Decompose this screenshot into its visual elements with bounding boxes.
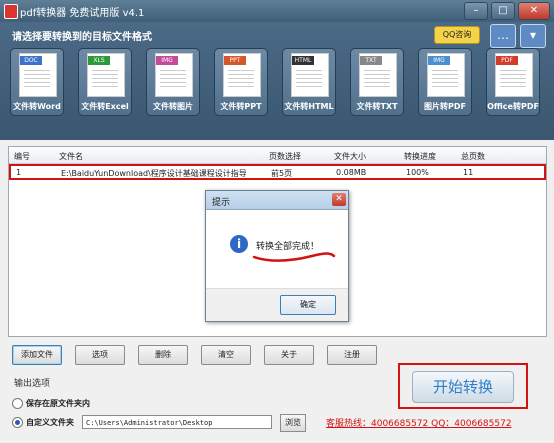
column-header[interactable]: 文件名 (59, 151, 83, 162)
column-header[interactable]: 转换进度 (404, 151, 436, 162)
format-label: 文件转TXT (356, 102, 398, 111)
start-highlight-box: 开始转换 (398, 363, 528, 409)
start-convert-button[interactable]: 开始转换 (412, 371, 514, 403)
row-total-pages: 11 (463, 168, 474, 177)
action-buttons: 添加文件 选项 删除 清空 关于 注册 (12, 345, 377, 365)
title-bar: pdf转换器 免费试用版 v4.1 – □ ✕ (0, 0, 554, 22)
table-row[interactable]: 1 E:\BaiduYunDownload\程序设计基础课程设计指导 前5页 0… (9, 164, 546, 180)
image-to-pdf-icon: IMG (427, 53, 465, 97)
output-path-field[interactable]: C:\Users\Administrator\Desktop (82, 415, 272, 429)
excel-doc-icon: XLS (87, 53, 125, 97)
format-header: 请选择要转换到的目标文件格式 QQ咨询 … ▾ DOC 文件转Word XLS … (0, 22, 554, 140)
word-doc-icon: DOC (19, 53, 57, 97)
qq-consult-button[interactable]: QQ咨询 (434, 26, 480, 44)
format-office-to-pdf-button[interactable]: PDF Office转PDF (486, 48, 540, 116)
format-image-to-pdf-button[interactable]: IMG 图片转PDF (418, 48, 472, 116)
close-button[interactable]: ✕ (518, 2, 550, 20)
minimize-button[interactable]: – (464, 2, 488, 20)
row-number: 1 (16, 168, 22, 177)
add-file-button[interactable]: 添加文件 (12, 345, 62, 365)
format-label: 文件转Excel (81, 102, 129, 111)
html-doc-icon: HTML (291, 53, 329, 97)
format-label: 文件转Word (13, 102, 61, 111)
about-button[interactable]: 关于 (264, 345, 314, 365)
format-label: 文件转PPT (220, 102, 262, 111)
dialog-close-button[interactable]: ✕ (332, 193, 346, 206)
clear-button[interactable]: 清空 (201, 345, 251, 365)
format-label: 文件转图片 (153, 102, 193, 111)
custom-folder-label[interactable]: 自定义文件夹 (26, 417, 74, 428)
column-header[interactable]: 总页数 (461, 151, 485, 162)
format-txt-button[interactable]: TXT 文件转TXT (350, 48, 404, 116)
format-prompt: 请选择要转换到的目标文件格式 (12, 32, 152, 43)
image-doc-icon: IMG (155, 53, 193, 97)
ok-button[interactable]: 确定 (280, 295, 336, 315)
row-filename: E:\BaiduYunDownload\程序设计基础课程设计指导 (61, 169, 247, 178)
row-progress: 100% (406, 168, 429, 177)
format-html-button[interactable]: HTML 文件转HTML (282, 48, 336, 116)
dialog-footer: 确定 (206, 288, 348, 321)
app-window: pdf转换器 免费试用版 v4.1 – □ ✕ 请选择要转换到的目标文件格式 Q… (0, 0, 554, 443)
window-title: pdf转换器 免费试用版 v4.1 (20, 8, 145, 19)
format-list: DOC 文件转Word XLS 文件转Excel IMG 文件转图片 PPT 文… (10, 48, 540, 116)
dialog-title-bar: 提示 ✕ (206, 191, 348, 210)
column-header[interactable]: 编号 (14, 151, 30, 162)
register-button[interactable]: 注册 (327, 345, 377, 365)
format-label: 图片转PDF (424, 102, 466, 111)
custom-folder-radio[interactable] (12, 417, 23, 428)
format-label: 文件转HTML (284, 102, 334, 111)
menu-icon[interactable]: ▾ (520, 24, 546, 48)
format-ppt-button[interactable]: PPT 文件转PPT (214, 48, 268, 116)
info-dialog: 提示 ✕ i 转换全部完成！ 确定 (205, 190, 349, 322)
column-header[interactable]: 页数选择 (269, 151, 301, 162)
table-header: 编号 文件名 页数选择 文件大小 转换进度 总页数 (9, 147, 546, 164)
row-file-size: 0.08MB (336, 168, 367, 177)
format-word-button[interactable]: DOC 文件转Word (10, 48, 64, 116)
format-image-button[interactable]: IMG 文件转图片 (146, 48, 200, 116)
save-original-folder-radio[interactable] (12, 398, 23, 409)
maximize-button[interactable]: □ (491, 2, 515, 20)
hotline-link[interactable]: 客服热线：4006685572 QQ：4006685572 (326, 416, 512, 429)
row-page-select[interactable]: 前5页 (271, 168, 292, 179)
column-header[interactable]: 文件大小 (334, 151, 366, 162)
ppt-doc-icon: PPT (223, 53, 261, 97)
dialog-title: 提示 (212, 198, 231, 208)
options-button[interactable]: 选项 (75, 345, 125, 365)
save-original-folder-label[interactable]: 保存在原文件夹内 (26, 398, 90, 409)
txt-doc-icon: TXT (359, 53, 397, 97)
app-logo-icon (4, 4, 18, 19)
shirt-icon[interactable]: … (490, 24, 516, 48)
format-excel-button[interactable]: XLS 文件转Excel (78, 48, 132, 116)
output-options-label: 输出选项 (14, 379, 51, 389)
delete-button[interactable]: 删除 (138, 345, 188, 365)
browse-button[interactable]: 浏览 (280, 414, 306, 432)
red-underline-annotation (252, 252, 336, 262)
info-icon: i (230, 235, 248, 253)
office-to-pdf-icon: PDF (495, 53, 533, 97)
format-label: Office转PDF (487, 102, 539, 111)
